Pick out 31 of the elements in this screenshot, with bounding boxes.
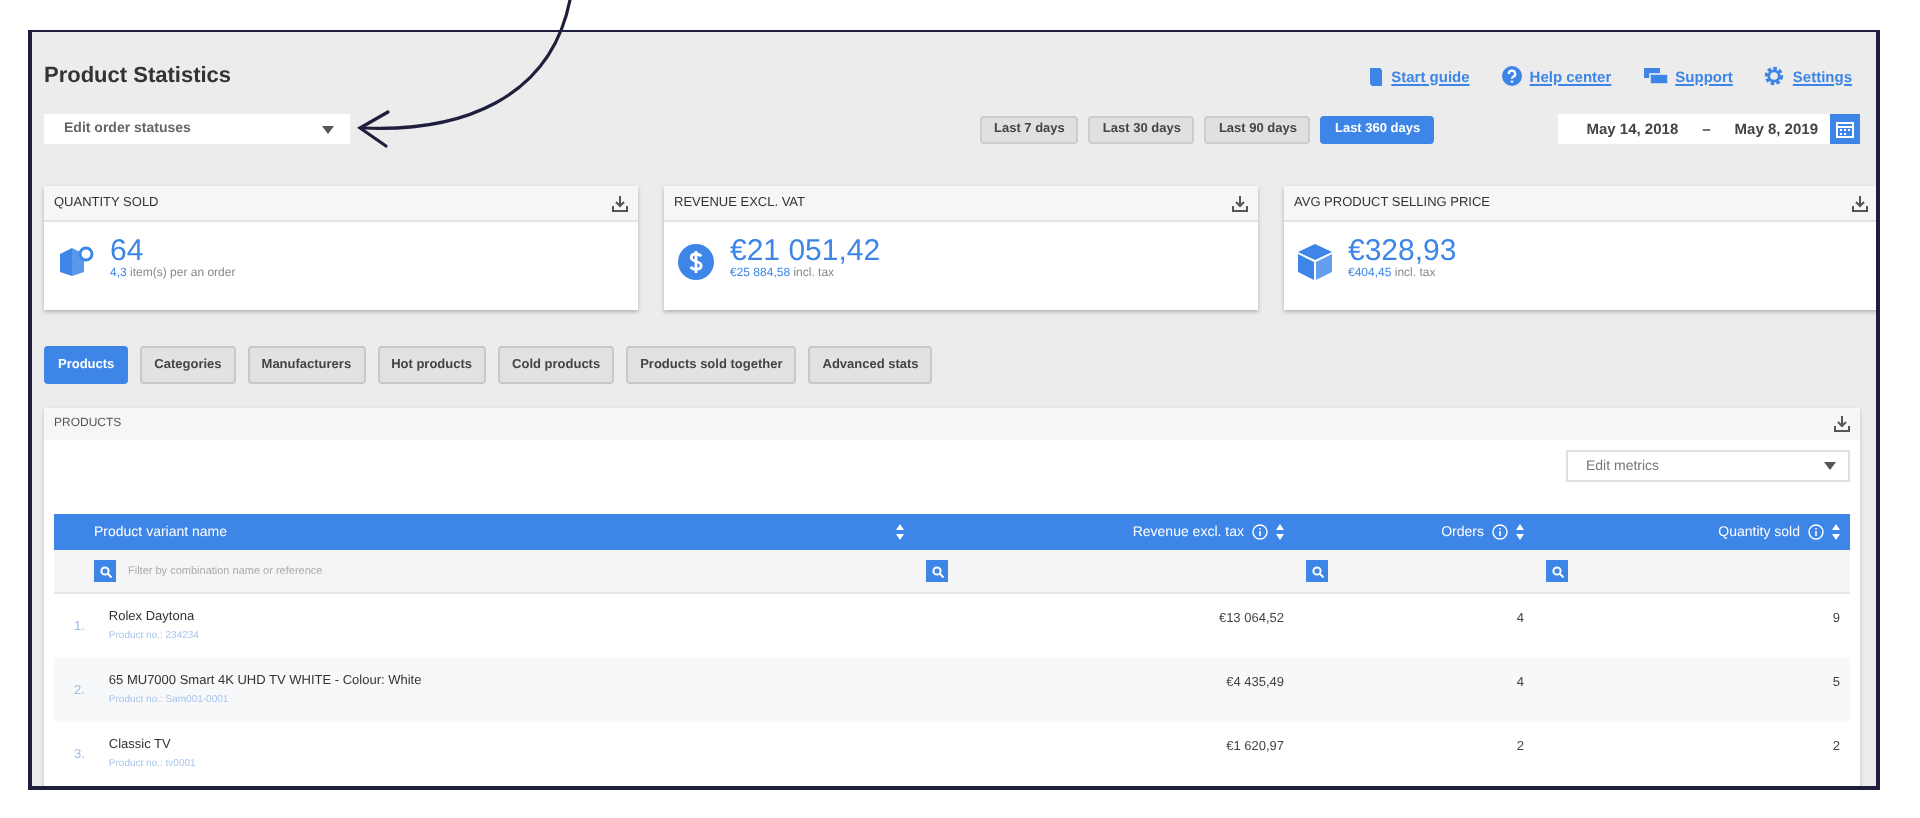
calendar-icon [1836,120,1854,138]
sort-icon[interactable] [1832,524,1840,540]
caret-icon [322,125,334,133]
chat-icon [1643,67,1668,85]
download-icon[interactable] [1852,195,1868,211]
kpi-value: €328,93 [1348,234,1457,268]
download-icon[interactable] [612,195,628,211]
kpi-value: 64 [110,234,144,268]
boxes-icon [58,244,94,280]
dollar-coin-icon [678,244,714,280]
sort-icon[interactable] [1516,524,1524,540]
kpi-value: €21 051,42 [730,234,881,268]
download-icon[interactable] [1834,416,1850,432]
search-button[interactable] [1306,560,1328,582]
search-icon [931,565,943,577]
search-icon [99,565,111,577]
search-button[interactable] [1546,560,1568,582]
sort-icon[interactable] [896,524,904,540]
settings-icon [1764,66,1785,86]
download-icon[interactable] [1232,195,1248,211]
help-icon [1501,66,1522,86]
cube-icon [1298,244,1332,280]
search-icon [1551,565,1563,577]
search-button[interactable] [926,560,948,582]
caret-icon [1824,462,1836,470]
calendar-button[interactable] [1830,114,1860,144]
search-button[interactable] [94,560,116,582]
search-icon [1311,565,1323,577]
page-title: Product Statistics [44,64,234,88]
sort-icon[interactable] [1276,524,1284,540]
book-icon [1367,66,1384,86]
